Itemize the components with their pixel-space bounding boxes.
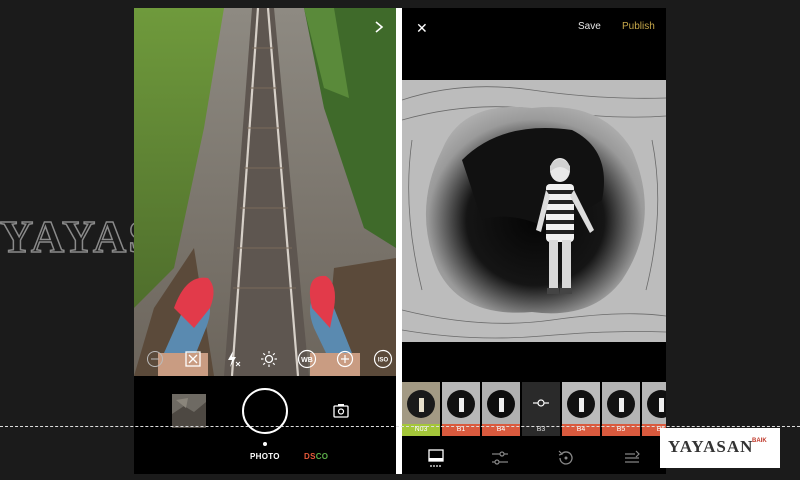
svg-text:ISO: ISO [378, 358, 389, 364]
mode-dsco[interactable]: DSCO [304, 452, 328, 461]
editor-tab-bar [402, 440, 666, 474]
preset-thumbnail[interactable]: B4 [482, 382, 520, 436]
dashed-separator [0, 426, 800, 427]
close-icon[interactable]: ✕ [416, 20, 428, 37]
chevron-right-icon[interactable] [374, 20, 384, 38]
presets-tab-icon[interactable] [426, 448, 446, 468]
screenshot-stage: YAYASAN [0, 0, 800, 480]
camera-controls-row: WB ISO [134, 346, 396, 374]
recipes-tab-icon[interactable] [622, 448, 642, 468]
edited-photo [402, 80, 666, 342]
camera-bottom-bar: PHOTO DSCO [134, 376, 396, 474]
mode-dsco-part2: CO [315, 452, 329, 461]
logo-text: YAYASAN [668, 437, 754, 456]
logo-badge: YAYASAN BAIK [660, 428, 780, 468]
switch-camera-icon[interactable] [332, 402, 350, 420]
camera-viewfinder[interactable] [134, 8, 396, 376]
mode-indicator-dot [263, 442, 267, 446]
logo-subtext-value: BAIK [752, 438, 767, 444]
white-balance-icon[interactable]: WB [296, 348, 318, 370]
exposure-box-icon[interactable] [182, 348, 204, 370]
mode-dsco-part1: DS [304, 452, 316, 461]
camera-screen: WB ISO PHOTO DSCO [134, 8, 396, 474]
preset-thumbnail[interactable]: B1 [442, 382, 480, 436]
preset-thumbnail[interactable]: N03 [402, 382, 440, 436]
flash-off-icon[interactable] [222, 348, 244, 370]
adjust-tab-icon[interactable] [490, 448, 510, 468]
history-tab-icon[interactable] [556, 448, 576, 468]
save-button[interactable]: Save [578, 21, 601, 32]
brightness-icon[interactable] [258, 348, 280, 370]
preset-thumbnail[interactable]: B4 [562, 382, 600, 436]
logo-subtext: BAIK [752, 438, 767, 444]
viewfinder-photo [134, 8, 396, 376]
preset-adjust-tile[interactable]: B3 [522, 382, 560, 436]
grid-icon[interactable] [144, 348, 166, 370]
shutter-button[interactable] [242, 388, 288, 434]
svg-text:WB: WB [301, 357, 313, 364]
publish-button[interactable]: Publish [622, 21, 655, 32]
plus-icon[interactable] [334, 348, 356, 370]
iso-icon[interactable]: ISO [372, 348, 394, 370]
last-photo-thumbnail[interactable] [172, 394, 206, 428]
preset-strip: N03 B1 B4 B3 B4 B5 [402, 382, 666, 436]
editor-screen: ✕ Save Publish N03 B1 B4 B3 B4 B5 [402, 8, 666, 474]
slider-adjust-icon [533, 399, 549, 407]
mode-photo[interactable]: PHOTO [250, 452, 280, 461]
preset-thumbnail[interactable]: B5 [602, 382, 640, 436]
